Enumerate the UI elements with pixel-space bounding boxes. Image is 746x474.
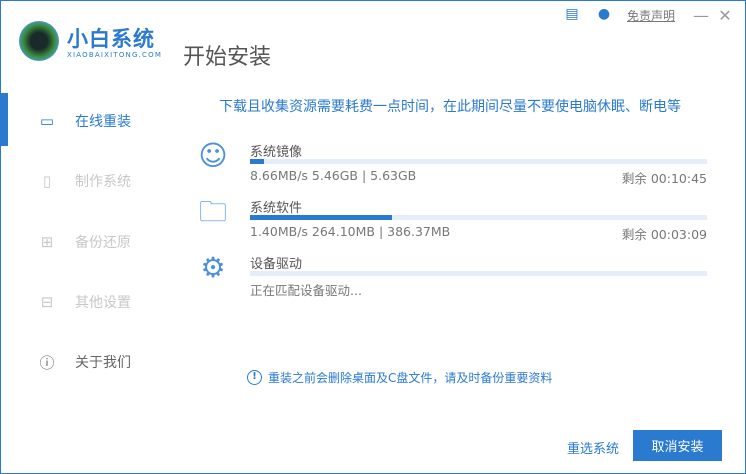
brand-url: XIAOBAIXITONG.COM — [67, 51, 163, 59]
folder-icon: 🗀 — [198, 195, 227, 228]
backup-icon: ⊞ — [40, 233, 54, 251]
sidebar-item-label: 其他设置 — [75, 295, 131, 311]
item-stat: 1.40MB/s 264.10MB | 386.37MB — [250, 224, 451, 239]
item-stat: 正在匹配设备驱动... — [250, 283, 362, 298]
item-name: 系统镜像 — [250, 145, 303, 160]
item-stat: 8.66MB/s 5.46GB | 5.63GB — [250, 168, 417, 183]
sidebar-item-label: 关于我们 — [75, 355, 131, 371]
title-bar: ▤ ● 免责声明 — ✕ — [563, 1, 745, 29]
item-name: 系统软件 — [250, 201, 303, 216]
sidebar-item-label: 备份还原 — [75, 235, 131, 251]
page-title: 开始安装 — [183, 45, 272, 70]
close-button[interactable]: ✕ — [713, 6, 737, 25]
notice-text: 下载且收集资源需要耗费一点时间，在此期间尽量不要使电脑休眠、断电等 — [219, 99, 681, 115]
progress-fill — [250, 215, 392, 220]
item-name: 设备驱动 — [250, 257, 303, 272]
brand-name: 小白系统 — [67, 27, 155, 51]
sidebar-item-other-settings[interactable]: ⊟ 其他设置 — [37, 292, 131, 312]
sidebar-item-label: 在线重装 — [75, 114, 131, 130]
cancel-install-button[interactable]: 取消安装 — [633, 430, 722, 461]
minimize-button[interactable]: — — [689, 6, 713, 25]
sidebar-item-about[interactable]: ⓘ 关于我们 — [37, 352, 131, 372]
progress-bar — [250, 159, 707, 164]
warning-text: 重装之前会删除桌面及C盘文件，请及时备份重要资料 — [268, 371, 553, 385]
progress-fill — [250, 159, 264, 164]
face-icon: ☺ — [198, 139, 228, 172]
installer-window: 小白系统 XIAOBAIXITONG.COM 开始安装 ▤ ● 免责声明 — ✕… — [0, 0, 746, 474]
info-icon: ⓘ — [39, 353, 55, 372]
sidebar-item-backup-restore[interactable]: ⊞ 备份还原 — [37, 232, 131, 252]
sidebar-item-label: 制作系统 — [75, 174, 131, 190]
monitor-icon: ▭ — [39, 112, 55, 130]
feedback-icon[interactable]: ▤ — [563, 6, 581, 24]
active-indicator — [1, 93, 8, 146]
progress-bar — [250, 215, 707, 220]
gear-icon: ⚙ — [200, 251, 226, 284]
logo — [19, 21, 59, 61]
reselect-system-link[interactable]: 重选系统 — [567, 438, 619, 457]
sidebar-item-make-system[interactable]: ▯ 制作系统 — [37, 171, 131, 191]
toolbox-icon: ⊟ — [40, 293, 54, 311]
item-remaining: 剩余 00:03:09 — [621, 227, 707, 242]
warning-message: ! 重装之前会删除桌面及C盘文件，请及时备份重要资料 — [247, 369, 552, 386]
sidebar-item-online-reinstall[interactable]: ▭ 在线重装 — [37, 111, 131, 131]
support-icon[interactable]: ● — [595, 6, 613, 24]
disclaimer-link[interactable]: 免责声明 — [627, 7, 675, 24]
usb-icon: ▯ — [42, 172, 52, 190]
progress-bar — [250, 271, 707, 276]
exclamation-icon: ! — [247, 370, 262, 385]
item-remaining: 剩余 00:10:45 — [621, 171, 707, 186]
